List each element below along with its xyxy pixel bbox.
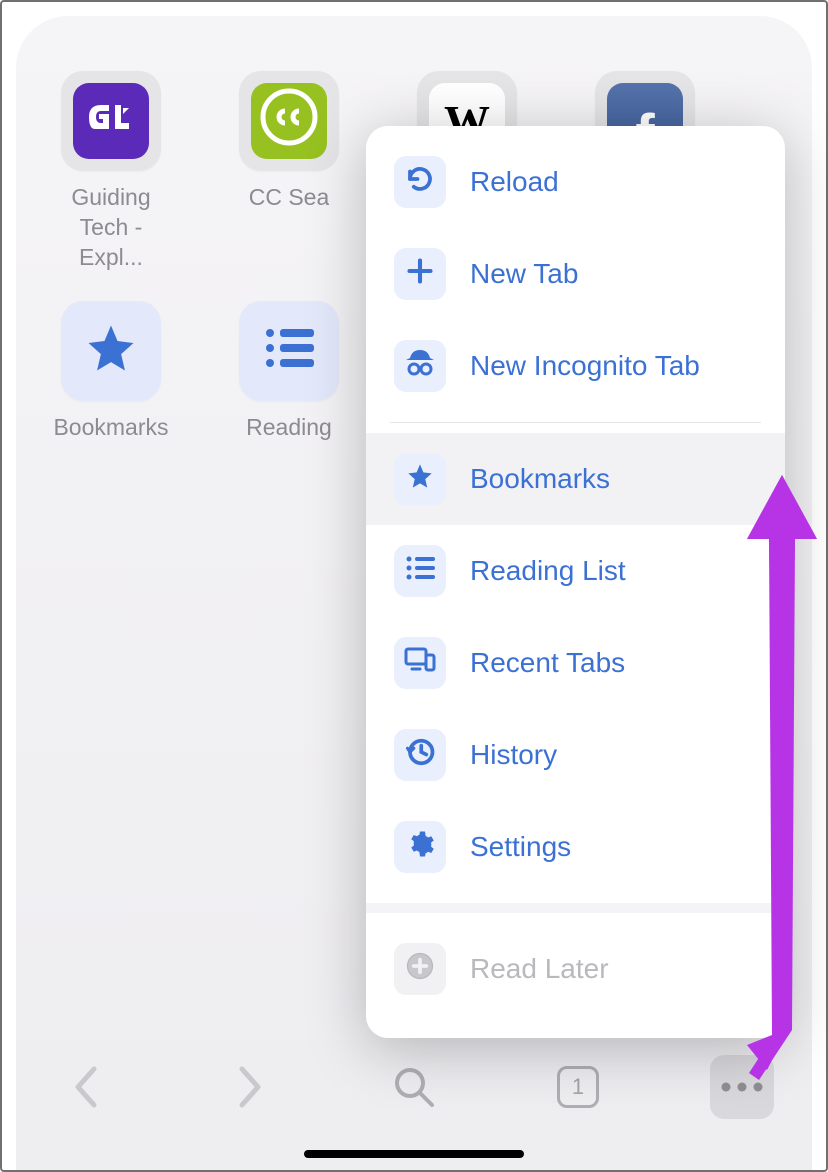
forward-button[interactable] — [218, 1055, 282, 1119]
shortcut-label: Bookmarks — [53, 413, 168, 443]
menu-new-tab[interactable]: New Tab — [366, 228, 785, 320]
menu-label: New Incognito Tab — [470, 350, 700, 382]
search-icon — [392, 1065, 436, 1109]
gear-icon — [405, 829, 435, 866]
search-button[interactable] — [382, 1055, 446, 1119]
add-circle-icon — [405, 951, 435, 988]
menu-label: Recent Tabs — [470, 647, 625, 679]
star-icon — [406, 462, 434, 497]
cc-icon — [259, 87, 319, 155]
tab-count-badge: 1 — [557, 1066, 599, 1108]
favorite-guiding-tech[interactable]: Guiding Tech - Expl... — [46, 71, 176, 273]
more-dots-icon — [720, 1081, 764, 1093]
shortcut-bookmarks[interactable]: Bookmarks — [46, 301, 176, 443]
favorite-cc-search[interactable]: CC Sea — [224, 71, 354, 273]
chevron-right-icon — [236, 1065, 264, 1109]
home-indicator — [304, 1150, 524, 1158]
tabs-button[interactable]: 1 — [546, 1055, 610, 1119]
back-button[interactable] — [54, 1055, 118, 1119]
menu-separator — [390, 422, 761, 423]
favorite-label: CC Sea — [249, 183, 330, 213]
shortcut-reading-list[interactable]: Reading — [224, 301, 354, 443]
chevron-left-icon — [72, 1065, 100, 1109]
menu-settings[interactable]: Settings — [366, 801, 785, 893]
menu-separator-thick — [366, 903, 785, 913]
history-icon — [405, 737, 435, 774]
menu-label: History — [470, 739, 557, 771]
star-icon — [84, 321, 138, 380]
gt-icon — [89, 99, 133, 143]
menu-label: Settings — [470, 831, 571, 863]
menu-reading-list[interactable]: Reading List — [366, 525, 785, 617]
devices-icon — [404, 647, 436, 680]
menu-label: Read Later — [470, 953, 609, 985]
menu-incognito[interactable]: New Incognito Tab — [366, 320, 785, 412]
favorite-label: Guiding Tech - Expl... — [46, 183, 176, 273]
menu-bookmarks[interactable]: Bookmarks — [366, 433, 785, 525]
menu-history[interactable]: History — [366, 709, 785, 801]
reload-icon — [405, 164, 435, 201]
menu-recent-tabs[interactable]: Recent Tabs — [366, 617, 785, 709]
menu-label: Reload — [470, 166, 559, 198]
incognito-icon — [404, 348, 436, 385]
plus-icon — [406, 257, 434, 292]
menu-reload[interactable]: Reload — [366, 136, 785, 228]
list-icon — [405, 555, 435, 588]
menu-read-later: Read Later — [366, 923, 785, 1015]
menu-label: Bookmarks — [470, 463, 610, 495]
menu-label: Reading List — [470, 555, 626, 587]
list-icon — [264, 327, 314, 374]
overflow-menu: Reload New Tab New Incognito Tab Bookmar… — [366, 126, 785, 1038]
shortcut-label: Reading — [246, 413, 332, 443]
watermark-text: www.989214.com — [824, 683, 828, 808]
more-menu-button[interactable] — [710, 1055, 774, 1119]
menu-label: New Tab — [470, 258, 578, 290]
